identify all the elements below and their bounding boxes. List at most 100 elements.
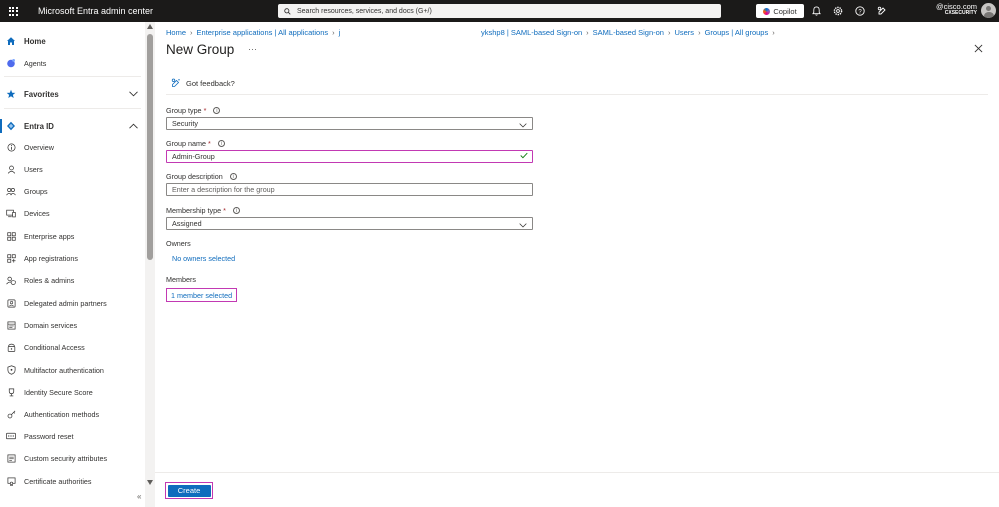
chevron-up-icon[interactable] <box>129 122 138 131</box>
sidebar-item-delegated-admin-partners[interactable]: Delegated admin partners <box>0 295 145 311</box>
create-button[interactable]: Create <box>167 484 211 497</box>
shield-lock-icon <box>6 365 16 375</box>
sidebar-item-identity-secure-score[interactable]: Identity Secure Score <box>0 384 145 400</box>
info-icon[interactable]: i <box>232 207 240 214</box>
sidebar-item-home[interactable]: Home <box>0 33 145 49</box>
sidebar-label: App registrations <box>24 253 78 263</box>
checkmark-icon <box>520 152 528 161</box>
sidebar-label: Identity Secure Score <box>24 387 93 397</box>
breadcrumb-enterprise-applications[interactable]: Enterprise applications | All applicatio… <box>197 28 329 37</box>
sidebar-item-groups[interactable]: Groups <box>0 183 145 199</box>
page-title: New Group <box>166 42 235 57</box>
feedback-icon[interactable] <box>876 5 888 17</box>
info-icon[interactable]: i <box>217 140 225 147</box>
breadcrumb-home[interactable]: Home <box>166 28 186 37</box>
sidebar-item-custom-security-attributes[interactable]: Custom security attributes <box>0 450 145 466</box>
breadcrumb-users[interactable]: Users <box>674 28 694 37</box>
sidebar-item-domain-services[interactable]: Domain services <box>0 317 145 333</box>
account-info[interactable]: @cisco.com CXSECURITY <box>936 2 977 17</box>
sidebar-scrollbar[interactable] <box>145 22 155 507</box>
info-circle-icon <box>6 142 16 152</box>
sidebar-label: Devices <box>24 208 50 218</box>
trophy-icon <box>6 387 16 397</box>
membership-type-dropdown[interactable]: Assigned <box>166 217 533 230</box>
roles-icon <box>6 275 16 285</box>
group-description-input[interactable]: Enter a description for the group <box>166 183 533 196</box>
info-icon[interactable]: i <box>213 107 221 114</box>
sidebar-item-app-registrations[interactable]: App registrations <box>0 250 145 266</box>
sidebar-item-overview[interactable]: Overview <box>0 139 145 155</box>
avatar[interactable] <box>981 3 996 18</box>
breadcrumb-groups[interactable]: Groups | All groups <box>705 28 769 37</box>
sidebar-item-devices[interactable]: Devices <box>0 205 145 221</box>
group-type-label: Group type * i <box>166 106 221 115</box>
sidebar-item-authentication-methods[interactable]: Authentication methods <box>0 406 145 422</box>
label-text: Group type <box>166 106 202 115</box>
group-name-input[interactable]: Admin-Group <box>166 150 533 163</box>
sidebar-item-conditional-access[interactable]: Conditional Access <box>0 339 145 355</box>
app-launcher-icon[interactable] <box>0 0 26 22</box>
sidebar-label: Password reset <box>24 431 74 441</box>
breadcrumb-saml-app[interactable]: ykshp8 | SAML-based Sign-on <box>481 28 582 37</box>
agents-icon <box>6 58 16 68</box>
sidebar-label: Groups <box>24 186 48 196</box>
devices-icon <box>6 208 16 218</box>
required-mark: * <box>207 139 211 148</box>
main-pane: Home › Enterprise applications | All app… <box>155 22 999 507</box>
app-title[interactable]: Microsoft Entra admin center <box>38 6 153 16</box>
sidebar-item-certificate-authorities[interactable]: Certificate authorities <box>0 473 145 489</box>
sidebar-item-users[interactable]: Users <box>0 161 145 177</box>
sidebar-item-roles-admins[interactable]: Roles & admins <box>0 272 145 288</box>
group-name-value: Admin-Group <box>172 152 215 161</box>
sidebar-label: Custom security attributes <box>24 453 108 463</box>
breadcrumb-app[interactable]: j <box>339 28 341 37</box>
sidebar-item-enterprise-apps[interactable]: Enterprise apps <box>0 228 145 244</box>
domain-services-icon <box>6 320 16 330</box>
members-link-highlight[interactable]: 1 member selected <box>166 288 237 302</box>
breadcrumb-separator: › <box>772 28 775 37</box>
more-options-icon[interactable]: ··· <box>248 44 257 54</box>
footer-divider <box>155 472 999 473</box>
scroll-thumb[interactable] <box>147 34 153 260</box>
sidebar-item-agents[interactable]: Agents <box>0 55 145 71</box>
sidebar-label: Conditional Access <box>24 342 85 352</box>
partners-icon <box>6 298 16 308</box>
key-icon <box>6 409 16 419</box>
members-link[interactable]: 1 member selected <box>171 291 232 300</box>
close-icon[interactable] <box>974 44 983 56</box>
certificate-icon <box>6 476 16 486</box>
required-mark: * <box>223 206 226 215</box>
required-mark: * <box>203 106 207 115</box>
sidebar-item-password-reset[interactable]: Password reset <box>0 428 145 444</box>
scroll-up-arrow[interactable] <box>147 24 153 29</box>
feedback-button[interactable]: Got feedback? <box>171 78 235 88</box>
sidebar-label: Overview <box>24 142 54 152</box>
breadcrumb-saml[interactable]: SAML-based Sign-on <box>593 28 664 37</box>
breadcrumb-separator: › <box>586 28 589 37</box>
conditional-access-icon <box>6 342 16 352</box>
sidebar-item-entra-id[interactable]: Entra ID <box>0 118 145 134</box>
account-tenant: CXSECURITY <box>944 10 977 17</box>
collapse-sidebar-icon[interactable]: « <box>137 492 141 501</box>
create-button-highlight[interactable]: Create <box>165 482 213 499</box>
group-type-dropdown[interactable]: Security <box>166 117 533 130</box>
breadcrumb-separator: › <box>667 28 671 37</box>
copilot-button[interactable]: Copilot <box>756 4 804 18</box>
star-icon <box>6 89 16 99</box>
search-icon <box>284 7 291 15</box>
sidebar-item-favorites[interactable]: Favorites <box>0 86 145 102</box>
sidebar-divider <box>4 108 141 109</box>
copilot-icon <box>763 7 771 15</box>
bell-icon[interactable] <box>810 5 822 17</box>
info-icon[interactable]: i <box>229 173 237 180</box>
sidebar-item-multifactor-authentication[interactable]: Multifactor authentication <box>0 362 145 378</box>
membership-type-label: Membership type * i <box>166 206 240 215</box>
chevron-down-icon[interactable] <box>129 90 138 99</box>
breadcrumb-continued: ykshp8 | SAML-based Sign-on › SAML-based… <box>481 28 775 37</box>
global-search-input[interactable]: Search resources, services, and docs (G+… <box>278 4 721 18</box>
gear-icon[interactable] <box>832 5 844 17</box>
sidebar-label: Users <box>24 164 43 174</box>
scroll-down-arrow[interactable] <box>147 480 153 485</box>
owners-link[interactable]: No owners selected <box>172 254 235 263</box>
help-icon[interactable]: ? <box>854 5 866 17</box>
